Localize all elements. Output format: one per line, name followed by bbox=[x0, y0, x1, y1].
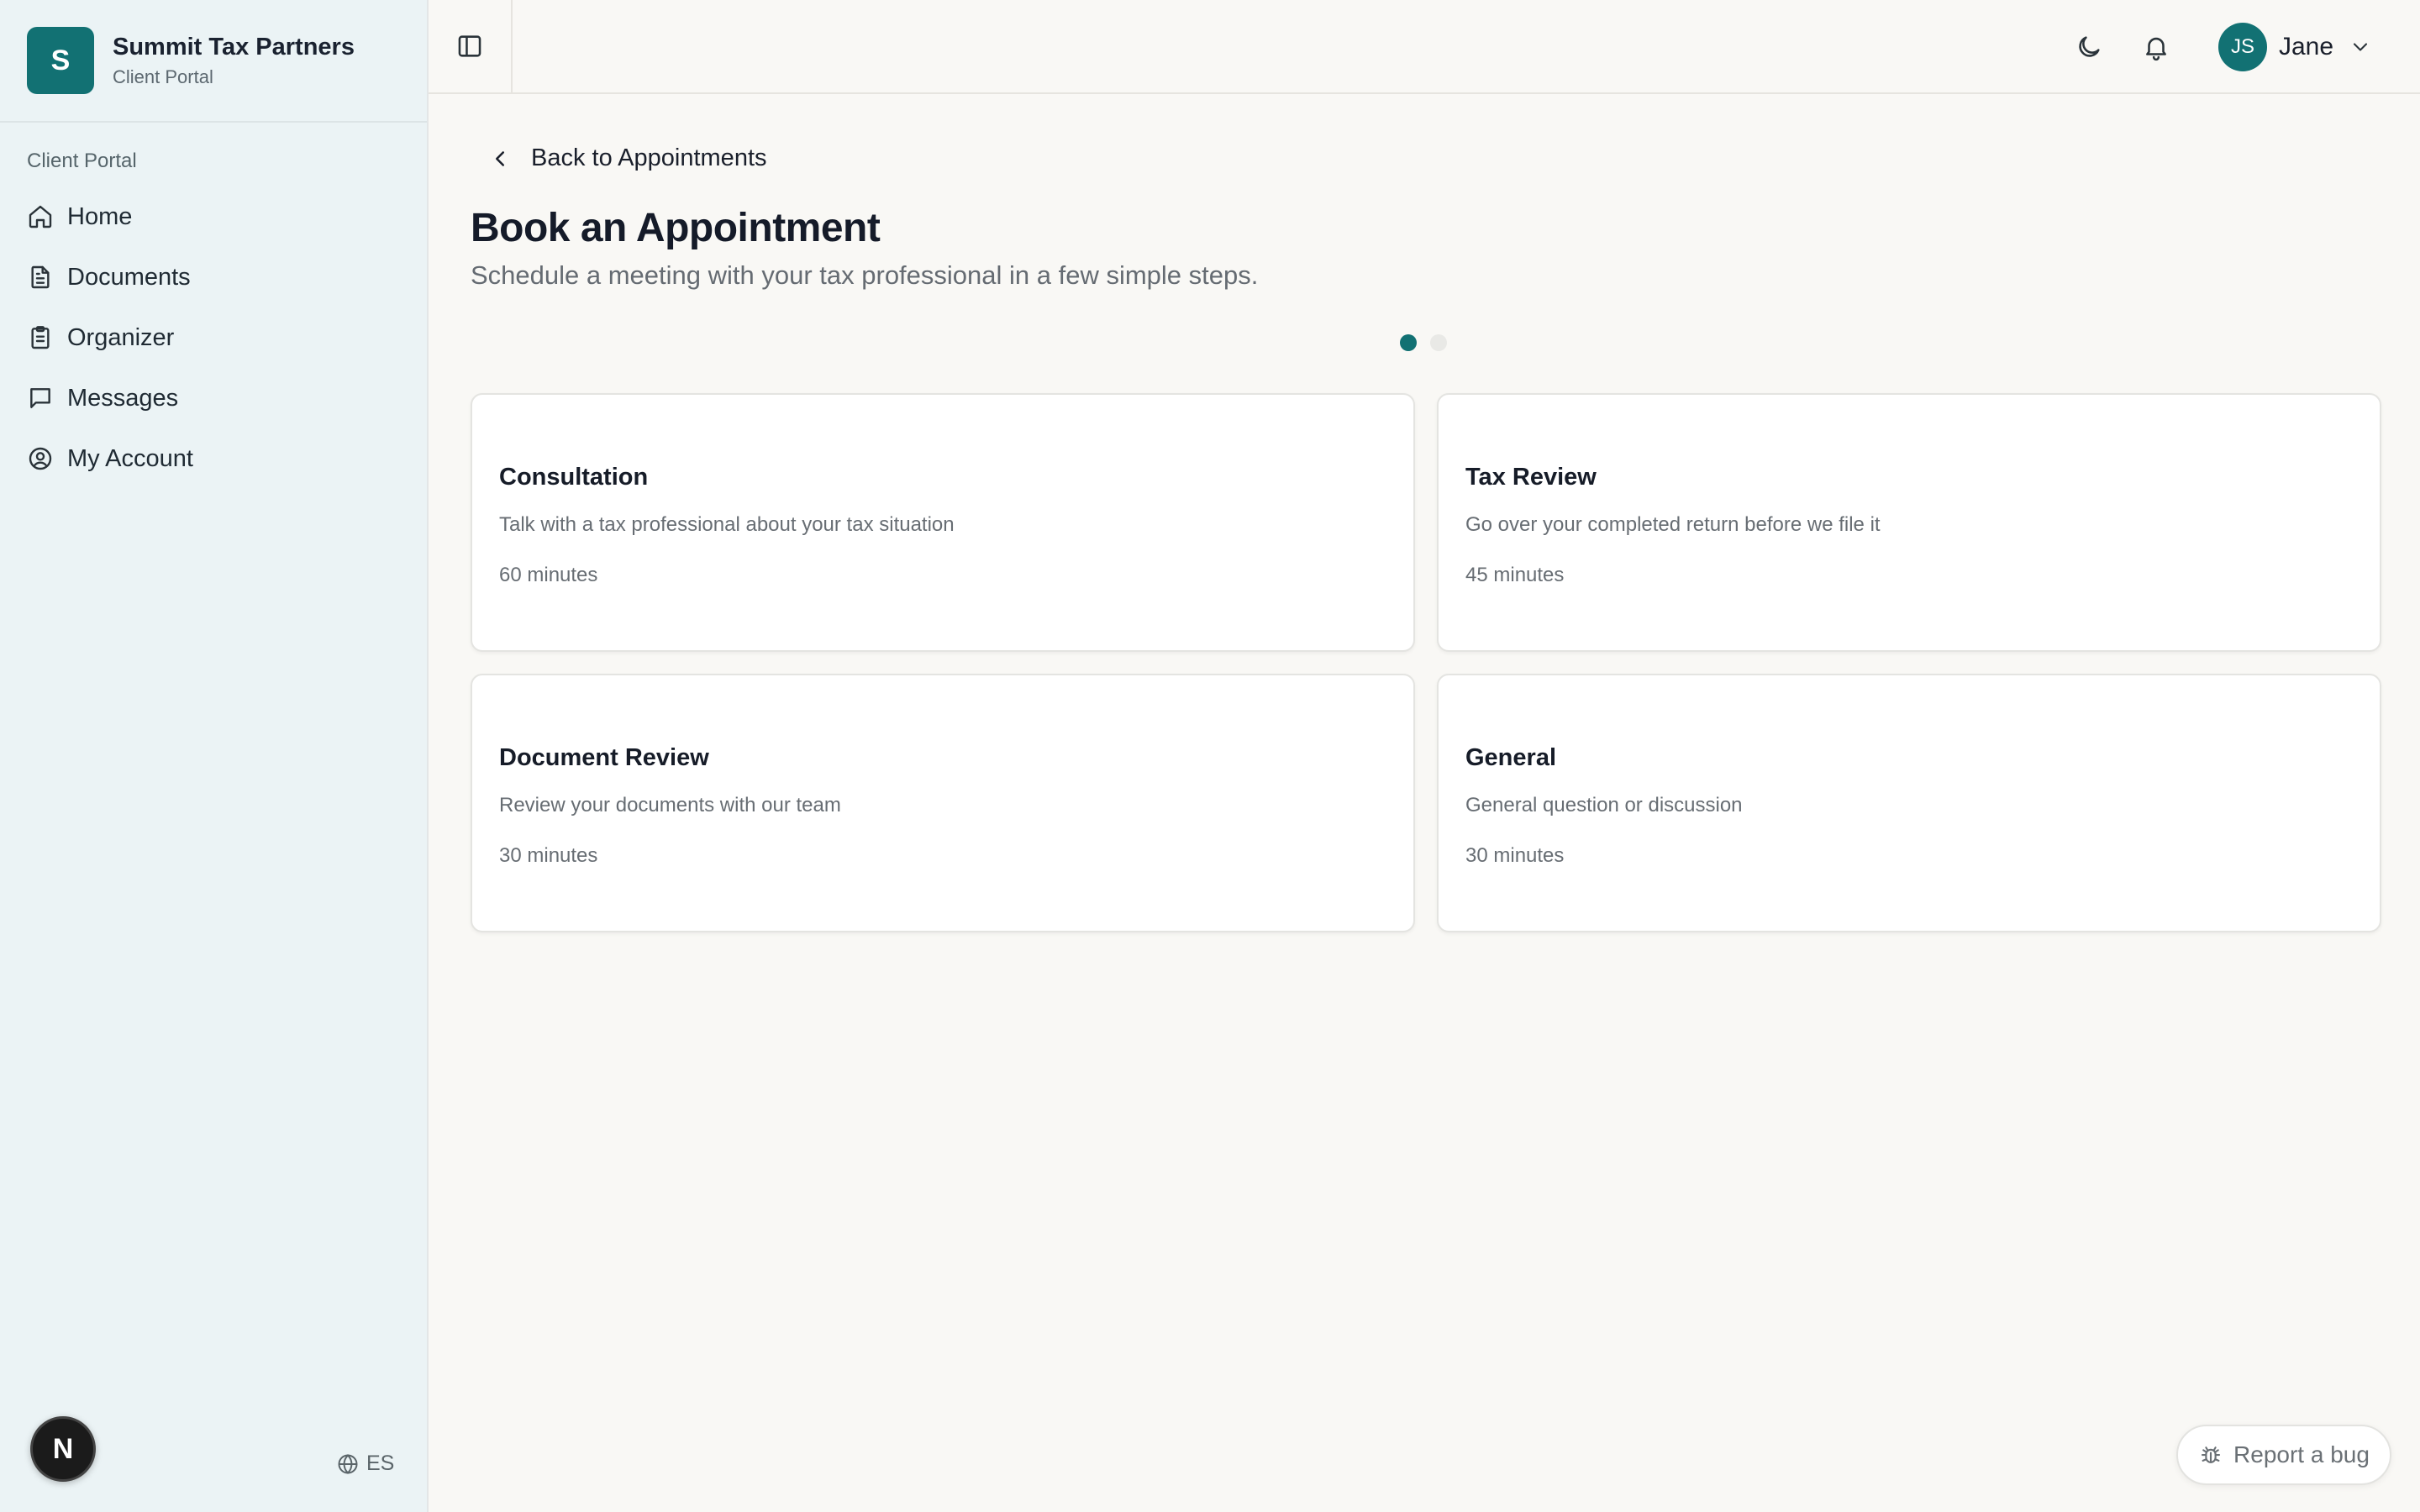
card-description: Talk with a tax professional about your … bbox=[499, 513, 955, 536]
sidebar-item-my-account[interactable]: My Account bbox=[13, 428, 415, 489]
card-title: Document Review bbox=[499, 744, 709, 771]
panel-left-icon bbox=[458, 35, 481, 57]
sidebar-item-organizer[interactable]: Organizer bbox=[13, 307, 415, 368]
card-description: Go over your completed return before we … bbox=[1465, 513, 1881, 536]
top-header: JS Jane bbox=[429, 0, 2420, 94]
card-description: Review your documents with our team bbox=[499, 794, 841, 816]
bell-icon bbox=[2146, 37, 2166, 61]
appointment-card-general[interactable]: General General question or discussion 3… bbox=[1437, 674, 2381, 932]
user-circle-icon bbox=[27, 445, 54, 472]
user-menu[interactable]: JS Jane bbox=[2218, 22, 2372, 72]
notifications-button[interactable] bbox=[2139, 30, 2173, 64]
file-text-icon bbox=[27, 264, 54, 291]
report-bug-button[interactable]: Report a bug bbox=[2176, 1425, 2391, 1485]
clipboard-icon bbox=[27, 324, 54, 351]
sidebar-item-documents[interactable]: Documents bbox=[13, 247, 415, 307]
step-indicator bbox=[1400, 334, 1460, 351]
step-dot-active bbox=[1400, 334, 1417, 351]
appointment-card-tax-review[interactable]: Tax Review Go over your completed return… bbox=[1437, 393, 2381, 652]
back-link-label: Back to Appointments bbox=[531, 144, 767, 171]
globe-icon bbox=[338, 1453, 358, 1474]
chevron-down-icon bbox=[2349, 35, 2372, 59]
dev-tools-badge[interactable]: N bbox=[30, 1416, 96, 1482]
chevron-left-icon bbox=[496, 150, 504, 166]
sidebar-item-home[interactable]: Home bbox=[13, 186, 415, 247]
page-title: Book an Appointment bbox=[471, 206, 881, 250]
card-duration: 30 minutes bbox=[1465, 844, 1565, 867]
language-label: ES bbox=[366, 1452, 395, 1475]
brand-name: Summit Tax Partners bbox=[113, 33, 355, 60]
card-title: General bbox=[1465, 744, 1556, 771]
sidebar-item-messages[interactable]: Messages bbox=[13, 368, 415, 428]
card-duration: 60 minutes bbox=[499, 564, 598, 586]
user-name: Jane bbox=[2279, 33, 2334, 60]
theme-toggle-button[interactable] bbox=[2072, 30, 2106, 64]
appointment-type-grid: Consultation Talk with a tax professiona… bbox=[471, 393, 2381, 932]
brand-logo: S bbox=[27, 27, 94, 94]
sidebar-toggle-button[interactable] bbox=[429, 0, 513, 92]
card-description: General question or discussion bbox=[1465, 794, 1743, 816]
page-subtitle: Schedule a meeting with your tax profess… bbox=[471, 260, 1259, 290]
appointment-card-consultation[interactable]: Consultation Talk with a tax professiona… bbox=[471, 393, 1415, 652]
message-square-icon bbox=[27, 385, 54, 412]
card-duration: 30 minutes bbox=[499, 844, 598, 867]
sidebar-item-label: Organizer bbox=[67, 323, 175, 351]
home-icon bbox=[27, 203, 54, 230]
sidebar-item-label: Home bbox=[67, 202, 133, 230]
card-title: Tax Review bbox=[1465, 464, 1597, 491]
report-bug-label: Report a bug bbox=[2233, 1441, 2370, 1467]
avatar: JS bbox=[2218, 23, 2267, 71]
language-switch[interactable]: ES bbox=[336, 1452, 394, 1476]
sidebar-item-label: My Account bbox=[67, 444, 193, 472]
sidebar-nav: Home Documents Organizer Messages My Acc… bbox=[13, 186, 415, 489]
nav-section-label: Client Portal bbox=[27, 150, 137, 172]
brand-header[interactable]: S Summit Tax Partners Client Portal bbox=[0, 0, 427, 123]
appointment-card-document-review[interactable]: Document Review Review your documents wi… bbox=[471, 674, 1415, 932]
card-duration: 45 minutes bbox=[1465, 564, 1565, 586]
brand-text: Summit Tax Partners Client Portal bbox=[113, 33, 355, 89]
card-title: Consultation bbox=[499, 464, 649, 491]
moon-icon bbox=[2079, 36, 2100, 57]
sidebar: S Summit Tax Partners Client Portal Clie… bbox=[0, 0, 429, 1512]
brand-subtitle: Client Portal bbox=[113, 66, 213, 88]
sidebar-item-label: Documents bbox=[67, 263, 191, 291]
sidebar-item-label: Messages bbox=[67, 384, 179, 412]
step-dot-inactive bbox=[1430, 334, 1447, 351]
bug-icon bbox=[2201, 1446, 2221, 1463]
back-to-appointments-link[interactable]: Back to Appointments bbox=[487, 144, 767, 172]
